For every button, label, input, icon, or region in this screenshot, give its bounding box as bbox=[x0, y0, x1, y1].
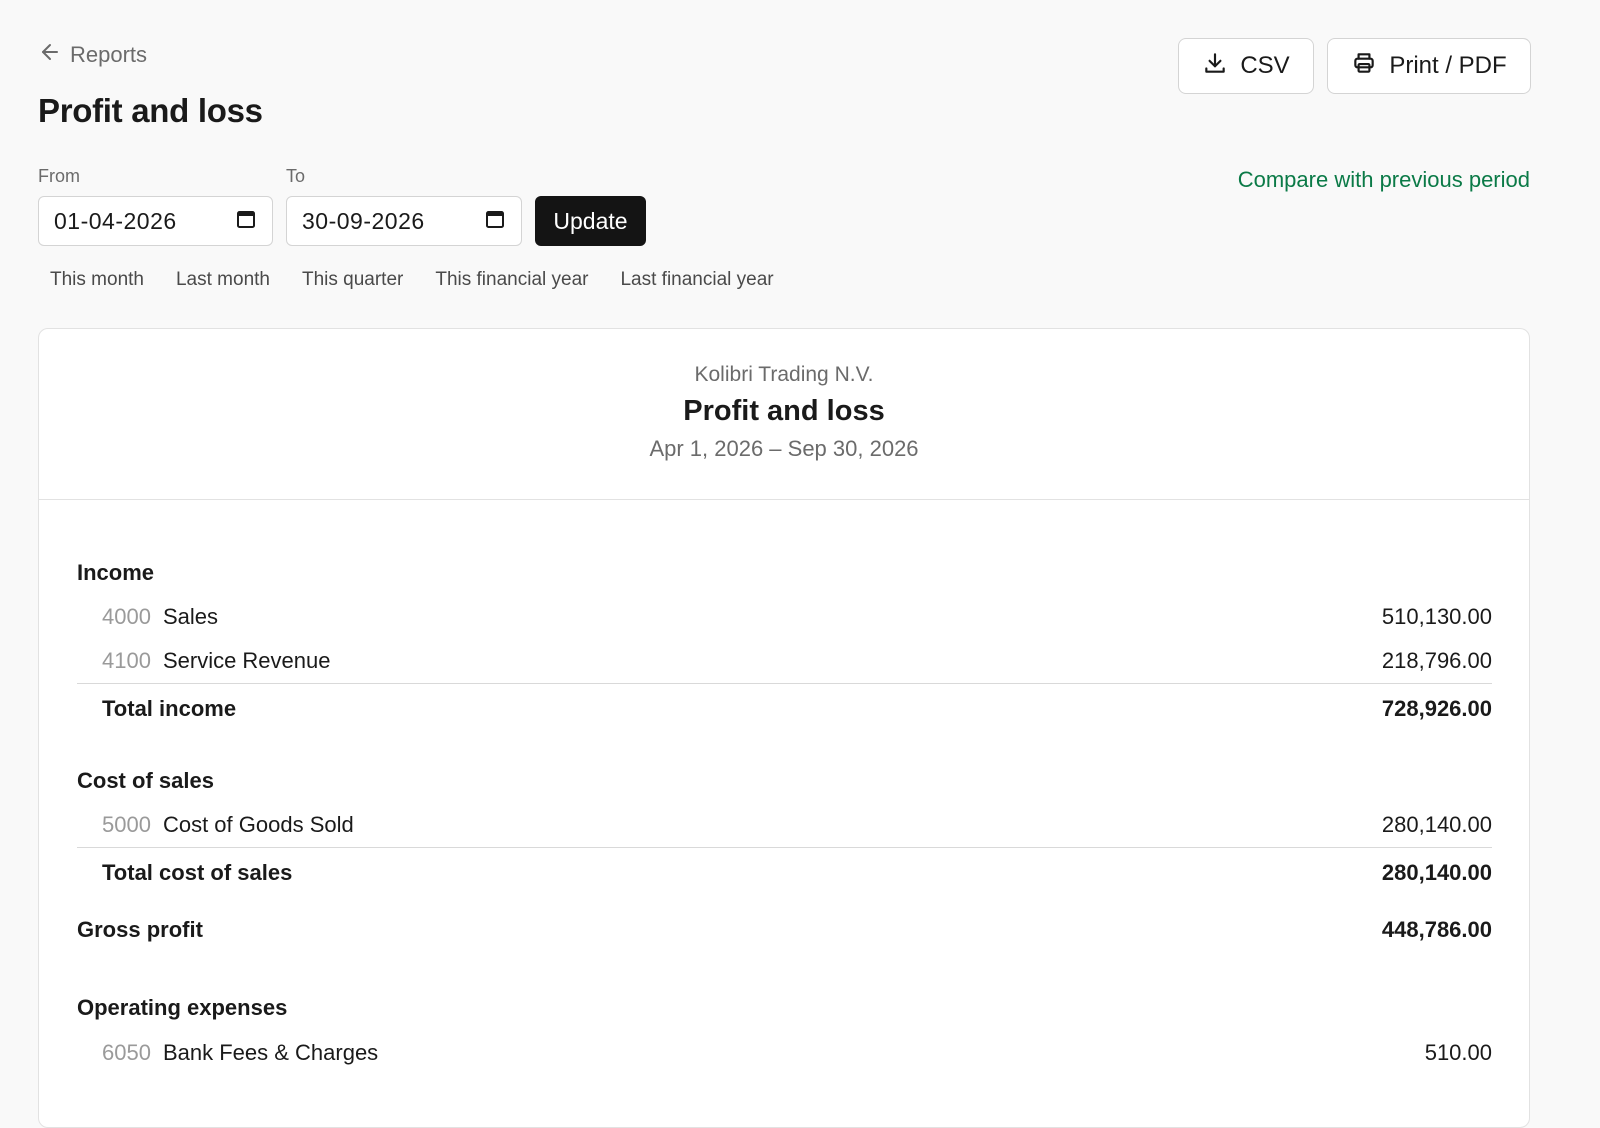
total-label: Total income bbox=[102, 696, 237, 721]
account-name: Service Revenue bbox=[162, 648, 331, 673]
arrow-left-icon bbox=[38, 40, 62, 70]
calendar-icon[interactable] bbox=[485, 208, 505, 235]
gross-profit-row: Gross profit 448,786.00 bbox=[77, 917, 1492, 943]
account-amount: 510.00 bbox=[1424, 1040, 1492, 1065]
preset-last-month[interactable]: Last month bbox=[164, 266, 282, 294]
from-label: From bbox=[38, 166, 80, 186]
preset-last-financial-year[interactable]: Last financial year bbox=[608, 266, 785, 294]
report-card: Kolibri Trading N.V. Profit and loss Apr… bbox=[38, 328, 1530, 1128]
section-title-income: Income bbox=[77, 560, 155, 585]
csv-button-label: CSV bbox=[1240, 52, 1290, 79]
account-row[interactable]: 4000 Sales 510,130.00 bbox=[77, 604, 1492, 630]
report-title: Profit and loss bbox=[683, 395, 885, 427]
page-title: Profit and loss bbox=[38, 92, 263, 129]
printer-icon bbox=[1351, 50, 1377, 83]
company-name: Kolibri Trading N.V. bbox=[694, 363, 874, 386]
to-label: To bbox=[286, 166, 306, 186]
calendar-icon[interactable] bbox=[236, 208, 256, 235]
gross-profit-amount: 448,786.00 bbox=[1381, 917, 1492, 942]
preset-this-quarter[interactable]: This quarter bbox=[290, 266, 415, 294]
account-row[interactable]: 4100 Service Revenue 218,796.00 bbox=[77, 648, 1492, 674]
to-date-value: 30-09-2026 bbox=[302, 207, 425, 234]
report-period: Apr 1, 2026 – Sep 30, 2026 bbox=[649, 436, 919, 461]
from-date-value: 01-04-2026 bbox=[54, 207, 177, 234]
back-to-reports-link[interactable]: Reports bbox=[38, 40, 147, 70]
report-header: Kolibri Trading N.V. Profit and loss Apr… bbox=[39, 329, 1529, 500]
back-link-label: Reports bbox=[70, 42, 148, 67]
account-code: 6050 bbox=[102, 1040, 151, 1065]
account-code: 4000 bbox=[102, 604, 151, 629]
total-label: Total cost of sales bbox=[102, 860, 293, 885]
preset-this-month[interactable]: This month bbox=[38, 266, 156, 294]
to-date-input[interactable]: 30-09-2026 bbox=[286, 196, 522, 246]
from-date-input[interactable]: 01-04-2026 bbox=[38, 196, 273, 246]
section-title-cost-of-sales: Cost of sales bbox=[77, 768, 214, 793]
section-title-operating-expenses: Operating expenses bbox=[77, 995, 288, 1020]
total-cost-of-sales-row: Total cost of sales 280,140.00 bbox=[77, 847, 1492, 886]
account-name: Sales bbox=[162, 604, 218, 629]
account-amount: 510,130.00 bbox=[1381, 604, 1492, 629]
compare-previous-period-link[interactable]: Compare with previous period bbox=[1238, 167, 1530, 193]
account-code: 5000 bbox=[102, 812, 151, 837]
total-amount: 280,140.00 bbox=[1381, 860, 1492, 885]
account-code: 4100 bbox=[102, 648, 151, 673]
print-pdf-button[interactable]: Print / PDF bbox=[1327, 38, 1531, 94]
date-presets: This month Last month This quarter This … bbox=[38, 266, 794, 294]
account-name: Cost of Goods Sold bbox=[162, 812, 354, 837]
account-amount: 218,796.00 bbox=[1381, 648, 1492, 673]
account-row[interactable]: 5000 Cost of Goods Sold 280,140.00 bbox=[77, 812, 1492, 838]
download-icon bbox=[1202, 50, 1228, 83]
total-amount: 728,926.00 bbox=[1381, 696, 1492, 721]
account-amount: 280,140.00 bbox=[1381, 812, 1492, 837]
account-row[interactable]: 6050 Bank Fees & Charges 510.00 bbox=[77, 1040, 1492, 1066]
print-button-label: Print / PDF bbox=[1389, 52, 1507, 79]
gross-profit-label: Gross profit bbox=[77, 917, 203, 942]
account-name: Bank Fees & Charges bbox=[162, 1040, 379, 1065]
update-button[interactable]: Update bbox=[535, 196, 646, 246]
preset-this-financial-year[interactable]: This financial year bbox=[423, 266, 600, 294]
total-income-row: Total income 728,926.00 bbox=[77, 683, 1492, 722]
csv-export-button[interactable]: CSV bbox=[1178, 38, 1314, 94]
